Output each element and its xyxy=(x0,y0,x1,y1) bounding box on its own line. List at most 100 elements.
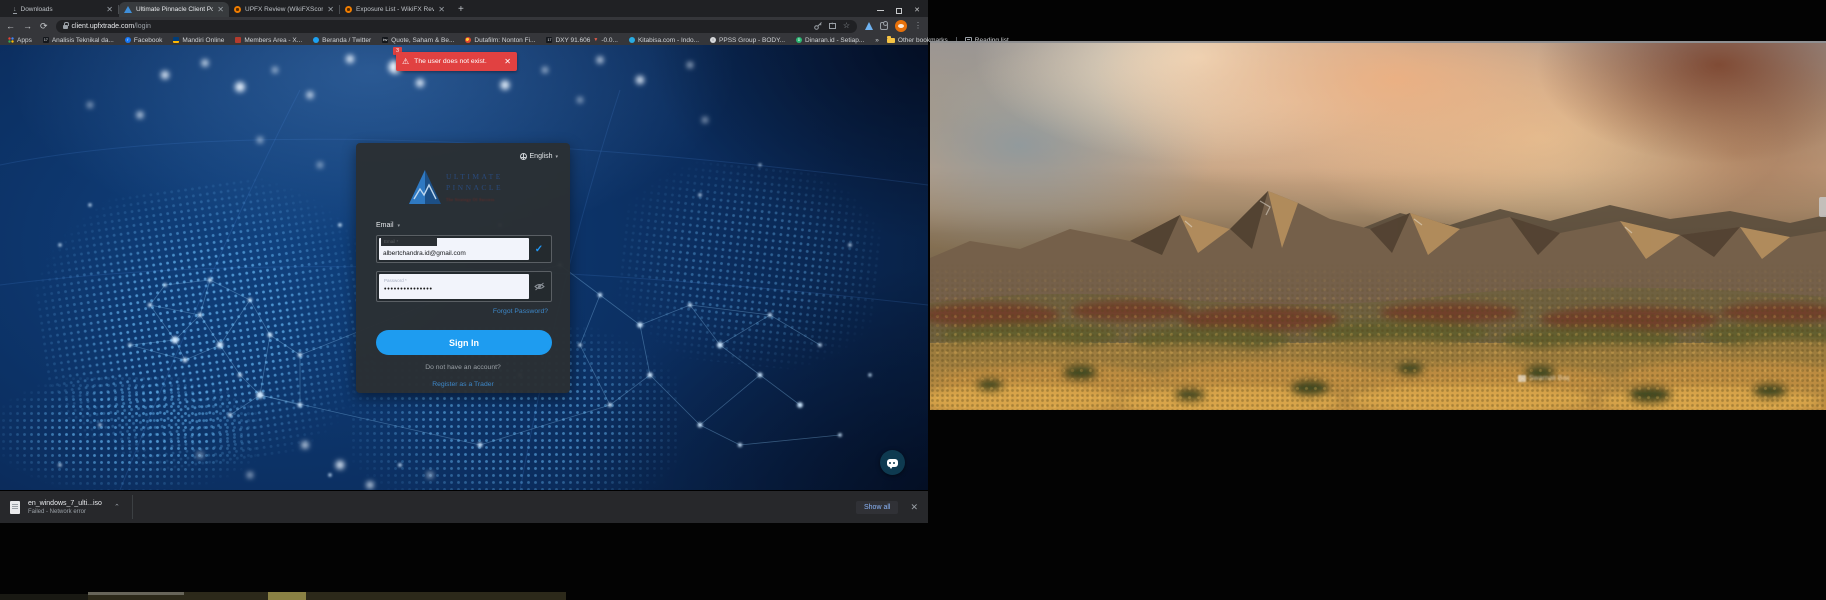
back-icon[interactable]: ← xyxy=(6,22,15,31)
address-bar[interactable]: client.upfxtrade.com/login ☆ xyxy=(56,20,857,33)
bookmark-ppss[interactable]: iPPSS Group - BODY... xyxy=(710,37,785,44)
landscape-photo: Swarnali Baij xyxy=(930,43,1826,410)
tradingview-icon: 17 xyxy=(546,37,552,43)
tab-strip: ↓ Downloads ✕ Ultimate Pinnacle Client P… xyxy=(0,0,928,17)
bookmark-facebook[interactable]: fFacebook xyxy=(125,37,163,44)
toast-close-icon[interactable]: ✕ xyxy=(504,57,511,66)
send-to-device-icon[interactable] xyxy=(829,23,836,29)
sign-in-button[interactable]: Sign In xyxy=(376,330,552,355)
tab-close-icon[interactable]: ✕ xyxy=(217,6,224,14)
login-card: English ▾ ULTIMATE PINNACLE The Strategy… xyxy=(356,143,570,393)
bookmark-mandiri[interactable]: Mandiri Online xyxy=(173,37,224,44)
eye-slash-icon[interactable] xyxy=(534,282,545,291)
toast-message: The user does not exist. xyxy=(414,58,499,65)
chevron-down-icon: ▾ xyxy=(398,223,401,229)
brand-wordmark: ULTIMATE PINNACLE The Strategy Of Succes… xyxy=(446,171,503,205)
bookmark-members-area[interactable]: Members Area - X... xyxy=(235,37,302,44)
bottom-strip xyxy=(0,594,88,600)
email-row: Email * albertchandra.id@gmail.com ✓ xyxy=(376,235,552,263)
password-field[interactable]: Password * ••••••••••••••• xyxy=(379,274,529,299)
restore-icon[interactable] xyxy=(896,8,902,14)
divider xyxy=(132,495,133,519)
tab-close-icon[interactable]: ✕ xyxy=(327,6,334,14)
register-link[interactable]: Register as a Trader xyxy=(356,381,570,388)
tab-title: Exposure List - WikiFX Reviews - xyxy=(356,6,434,13)
browser-window: ↓ Downloads ✕ Ultimate Pinnacle Client P… xyxy=(0,0,928,523)
chevron-down-icon: ▾ xyxy=(555,154,558,160)
globe-icon xyxy=(520,153,527,160)
download-file-name: en_windows_7_ulti...iso xyxy=(28,500,102,507)
tab-exposure-list[interactable]: Exposure List - WikiFX Reviews - ✕ xyxy=(340,2,450,17)
screen-edge-tab xyxy=(1819,197,1826,217)
password-dots: ••••••••••••••• xyxy=(384,286,433,293)
dutafilm-icon xyxy=(465,37,471,43)
tab-downloads[interactable]: ↓ Downloads ✕ xyxy=(8,2,118,17)
bottom-strip-highlight xyxy=(268,592,306,600)
dinaran-icon: D xyxy=(796,37,802,43)
bookmarks-overflow-chevron[interactable]: » xyxy=(875,37,879,44)
mandiri-icon xyxy=(173,37,179,43)
brand-tagline: The Strategy Of Success xyxy=(446,194,503,205)
warning-icon: ⚠ xyxy=(402,58,409,66)
login-page: 3 ⚠ The user does not exist. ✕ English ▾… xyxy=(0,45,928,490)
forgot-password-link[interactable]: Forgot Password? xyxy=(493,308,548,315)
tab-ultimate-pinnacle[interactable]: Ultimate Pinnacle Client Portal | ✕ xyxy=(119,2,229,17)
profile-avatar[interactable] xyxy=(895,20,907,32)
close-window-icon[interactable]: ✕ xyxy=(914,7,920,14)
bookmark-dinaran[interactable]: DDinaran.id - Setiap... xyxy=(796,37,864,44)
chat-widget-button[interactable] xyxy=(880,450,905,475)
down-arrow-icon: ▼ xyxy=(593,37,598,43)
no-account-text: Do not have an account? xyxy=(356,364,570,371)
ppss-icon: i xyxy=(710,37,716,43)
bookmark-investing[interactable]: invQuote, Saham & Be... xyxy=(382,37,454,44)
new-tab-button[interactable]: + xyxy=(458,4,464,15)
email-value: albertchandra.id@gmail.com xyxy=(383,250,466,257)
login-method-selector[interactable]: Email ▾ xyxy=(376,222,400,229)
extensions-puzzle-icon[interactable] xyxy=(880,22,888,30)
pinnacle-favicon xyxy=(124,6,132,13)
bookmark-twitter[interactable]: Beranda / Twitter xyxy=(313,37,371,44)
menu-kebab-icon[interactable]: ⋮ xyxy=(914,22,922,30)
forward-icon[interactable]: → xyxy=(23,22,32,31)
bookmark-analisis[interactable]: 17Analisis Teknikal da... xyxy=(43,37,114,44)
download-caret-icon[interactable]: ⌃ xyxy=(114,503,120,511)
tab-close-icon[interactable]: ✕ xyxy=(106,6,113,14)
minimize-icon[interactable] xyxy=(877,10,884,11)
bookmark-kitabisa[interactable]: Kitabisa.com - Indo... xyxy=(629,37,699,44)
url-text: client.upfxtrade.com/login xyxy=(72,23,151,30)
tab-title: Ultimate Pinnacle Client Portal | xyxy=(136,6,213,13)
wikifx-favicon xyxy=(345,6,352,13)
reload-icon[interactable]: ⟳ xyxy=(40,22,48,31)
wikifx-favicon xyxy=(234,6,241,13)
browser-toolbar: ← → ⟳ client.upfxtrade.com/login ☆ ⋮ xyxy=(0,17,928,35)
tab-title: Downloads xyxy=(21,6,103,13)
password-float-label: Password * xyxy=(384,278,407,283)
kitabisa-icon xyxy=(629,37,635,43)
extension-icon[interactable] xyxy=(865,22,873,30)
bottom-strip-light xyxy=(88,592,184,595)
apps-grid-icon xyxy=(8,37,14,43)
bookmark-dxy[interactable]: 17DXY 91.606▼-0.0... xyxy=(546,37,618,44)
tab-close-icon[interactable]: ✕ xyxy=(438,6,445,14)
tab-title: UPFX Review (WikiFXScore: 7.15 xyxy=(245,6,323,13)
email-field[interactable]: Email * albertchandra.id@gmail.com xyxy=(379,238,529,260)
tab-upfx-review[interactable]: UPFX Review (WikiFXScore: 7.15 ✕ xyxy=(229,2,339,17)
error-toast: ⚠ The user does not exist. ✕ xyxy=(396,52,517,71)
download-shelf: en_windows_7_ulti...iso Failed - Network… xyxy=(0,490,928,523)
folder-icon xyxy=(887,38,895,43)
language-selector[interactable]: English ▾ xyxy=(520,153,558,160)
show-all-button[interactable]: Show all xyxy=(856,501,898,514)
investing-icon: inv xyxy=(382,37,388,43)
extension-area: ⋮ xyxy=(865,20,922,32)
omnibox-icons: ☆ xyxy=(814,22,850,30)
shelf-close-icon[interactable]: ✕ xyxy=(910,502,918,513)
key-icon[interactable] xyxy=(814,22,822,30)
bookmark-dutafilm[interactable]: Dutafilm: Nonton Fi... xyxy=(465,37,535,44)
download-item[interactable]: en_windows_7_ulti...iso Failed - Network… xyxy=(28,500,102,515)
email-float-label: Email * xyxy=(381,237,437,246)
twitter-icon xyxy=(313,37,319,43)
download-icon: ↓ xyxy=(13,6,17,14)
bookmark-star-icon[interactable]: ☆ xyxy=(843,22,850,30)
bookmark-apps[interactable]: Apps xyxy=(8,37,32,44)
watermark-icon xyxy=(1518,375,1526,382)
